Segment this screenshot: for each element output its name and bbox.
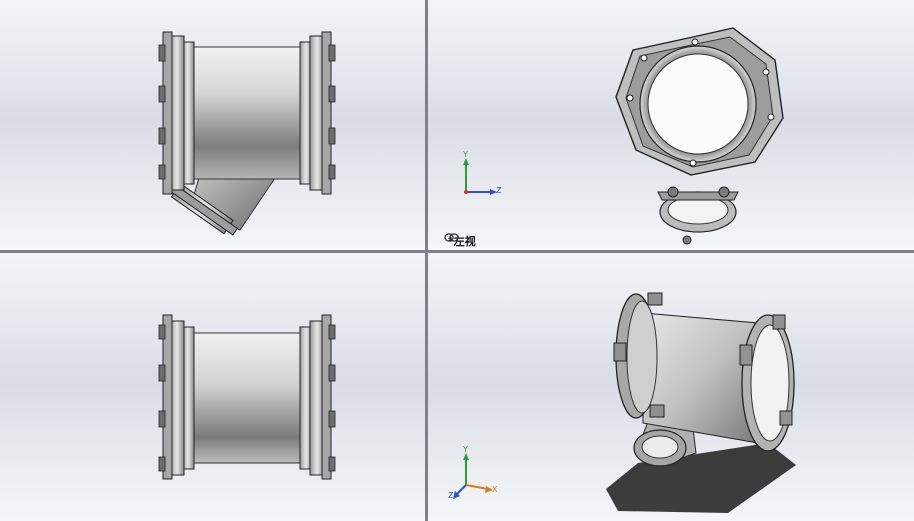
model-top-view [158, 314, 336, 480]
viewport-left[interactable]: Y Z *左视 [428, 0, 914, 250]
iso-triad-y-label: Y [463, 445, 468, 454]
triad-y-label: Y [463, 150, 468, 159]
model-isometric-view [453, 292, 796, 513]
viewport-splitter-horizontal[interactable] [0, 250, 914, 253]
graphics-area: Y Z *左视 Y X Z [0, 0, 914, 521]
model-front-view [158, 31, 336, 236]
iso-triad-x-label: X [492, 485, 498, 494]
viewport-top[interactable] [0, 253, 425, 521]
view-orientation-label: *左视 [444, 233, 476, 249]
model-left-view [463, 27, 784, 245]
viewport-splitter-vertical[interactable] [425, 0, 428, 521]
viewport-front[interactable] [0, 0, 425, 250]
coordinate-triad [463, 158, 497, 195]
triad-z-label: Z [496, 186, 502, 195]
coordinate-triad-iso [453, 453, 493, 499]
viewport-isometric[interactable]: Y X Z [428, 253, 914, 521]
iso-triad-z-label: Z [448, 491, 454, 500]
